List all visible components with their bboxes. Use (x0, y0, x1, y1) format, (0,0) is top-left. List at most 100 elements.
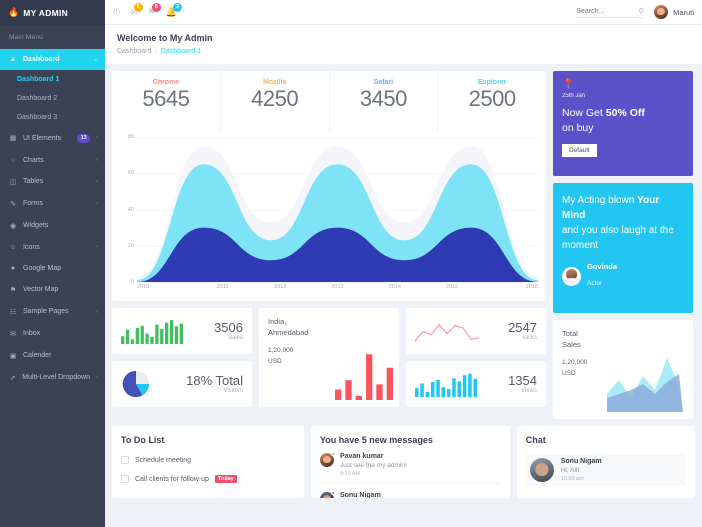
breadcrumb-item[interactable]: Dashboard (117, 48, 151, 55)
status-badge (330, 491, 335, 495)
chevron-down-icon: ⌄ (92, 57, 98, 63)
x-tick: 2012 (274, 284, 287, 290)
message-item[interactable]: Sonu Nigam (319, 491, 501, 498)
sidebar-section-title: Main Menu (9, 34, 43, 41)
messages-card: You have 5 new messages Pavan kumar Just… (310, 426, 510, 498)
sidebar-item-dashboard-3[interactable]: Dashboard 3 (0, 108, 105, 127)
sidebar-item-charts[interactable]: ○ Charts › (0, 150, 105, 171)
main-area: ⏻ ✉ 5 ⚑ 8 🔔 3 ⚲ Maruti (105, 0, 702, 527)
left-column: Chrome 5645 Mozilla 4250 Safari 3450 Exp… (112, 71, 546, 419)
visitors-widget: 18% Total Visitors (112, 361, 252, 407)
sidebar-item-widgets[interactable]: ◉ Widgets (0, 215, 105, 237)
browser-stats: Chrome 5645 Mozilla 4250 Safari 3450 Exp… (112, 71, 546, 131)
browser-stats-chart-card: Chrome 5645 Mozilla 4250 Safari 3450 Exp… (112, 71, 546, 301)
pin-icon: ● (10, 264, 16, 272)
todo-item[interactable]: Schedule meeting (121, 456, 295, 464)
y-tick: 60 (127, 170, 134, 177)
promo-default-button[interactable]: Default (562, 144, 597, 158)
chevron-right-icon: › (96, 244, 98, 250)
topbar-right: ⚲ Maruti (576, 5, 694, 19)
sidebar-item-label: Widgets (23, 222, 49, 229)
sidebar-item-forms[interactable]: ✎ Forms › (0, 193, 105, 215)
mail-notification-icon[interactable]: ✉ 5 (130, 2, 143, 17)
sidebar-item-tables[interactable]: ◫ Tables › (0, 171, 105, 193)
todo-item[interactable]: Call clients for follow-up Today (121, 475, 295, 483)
sidebar-item-label: Charts (23, 156, 44, 164)
chat-sender: Sonu Nigam (560, 458, 602, 465)
sidebar-item-vector-map[interactable]: ⚑ Vector Map (0, 279, 105, 301)
avatar (562, 266, 581, 286)
sidebar-item-dashboard[interactable]: ▲ Dashboard ⌄ (0, 49, 105, 70)
y-tick: 0 (130, 279, 134, 285)
flame-icon: ▲ (9, 56, 17, 63)
brand-name: MY ADMIN (23, 7, 69, 18)
sidebar-item-ui-elements[interactable]: ▦ UI Elements 13 › (0, 127, 105, 150)
breadcrumb-item-current[interactable]: Dashboard 1 (161, 48, 201, 55)
smile-icon: ☺ (9, 243, 17, 251)
sidebar-item-label: Vector Map (23, 286, 59, 293)
share-icon: ⇗ (9, 374, 16, 382)
message-sender: Sonu Nigam (339, 492, 381, 498)
stat-label: Explorer (477, 79, 507, 86)
search-input[interactable] (576, 7, 635, 15)
sidebar-item-inbox[interactable]: ✉ Inbox (0, 323, 105, 345)
clicks-value: 2547 (508, 319, 537, 335)
visitors-label: Visitors (223, 388, 243, 395)
message-item[interactable]: Pavan kumar Just see the my admin! 9:30 … (319, 452, 501, 484)
status-badge (330, 452, 335, 456)
search-icon[interactable]: ⚲ (638, 7, 644, 16)
stat-value: 4250 (251, 86, 299, 111)
app-root: 🔥 MY ADMIN Main Menu ▲ Dashboard ⌄ Dashb… (0, 0, 702, 527)
bottom-row: To Do List Schedule meeting Call clients… (105, 426, 702, 505)
sidebar-item-label: Sample Pages (23, 308, 69, 315)
quote-text: My Acting blown Your Mind (562, 193, 684, 223)
stat-label: Chrome (152, 79, 180, 86)
topbar-icons: ⏻ ✉ 5 ⚑ 8 🔔 3 (113, 2, 182, 17)
stat-value: 3450 (359, 86, 407, 111)
pie-chart-icon (122, 370, 150, 398)
x-tick: 2014 (388, 284, 401, 290)
x-tick: 2013 (331, 284, 344, 290)
breadcrumb: Dashboard / Dashboard 1 (117, 48, 690, 55)
user-menu[interactable]: Maruti (654, 5, 694, 19)
brand[interactable]: 🔥 MY ADMIN (0, 0, 105, 25)
clicks-widget: 2547 clicks (406, 308, 546, 354)
flame-icon: 🔥 (8, 7, 20, 17)
sidebar-item-label: Google Map (23, 264, 62, 272)
content: Chrome 5645 Mozilla 4250 Safari 3450 Exp… (105, 64, 702, 426)
stat-mozilla: Mozilla 4250 (221, 71, 330, 131)
bell-notification-icon[interactable]: 🔔 3 (166, 2, 182, 17)
edit-icon: ✎ (10, 200, 16, 208)
sidebar-item-dashboard-1[interactable]: Dashboard 1 (0, 70, 105, 89)
todo-label: Call clients for follow-up (135, 475, 209, 483)
chat-time: 10.00 am (560, 476, 584, 482)
chat-message[interactable]: Sonu Nigam Hi, All! 10.00 am (525, 454, 686, 486)
todo-checkbox[interactable] (121, 456, 129, 464)
sidebar-item-sample-pages[interactable]: ☷ Sample Pages › (0, 301, 105, 323)
x-tick: 2010 (137, 284, 150, 290)
sidebar-item-label: Icons (23, 243, 40, 251)
breadcrumb-separator: / (155, 48, 157, 55)
chevron-right-icon: › (96, 374, 98, 381)
x-tick: 2016 (525, 284, 538, 290)
sidebar-item-icons[interactable]: ☺ Icons › (0, 237, 105, 258)
widget-icon: ◉ (9, 222, 17, 230)
quote-author-block: Govinda Actor (562, 262, 684, 290)
todo-checkbox[interactable] (121, 475, 129, 483)
page-header: Welcome to My Admin Dashboard / Dashboar… (105, 25, 702, 64)
promo-date: 25th Jan (562, 93, 586, 99)
sidebar-item-multi-level-dropdown[interactable]: ⇗ Multi-Level Dropdown › (0, 367, 105, 389)
sidebar-item-dashboard-2[interactable]: Dashboard 2 (0, 89, 105, 108)
chevron-right-icon: › (96, 178, 98, 185)
geo-city: Ahmedabad (268, 327, 309, 337)
todo-title: To Do List (121, 435, 165, 445)
sidebar-item-calender[interactable]: ▣ Calender (0, 345, 105, 367)
views-value: 1354 (508, 372, 537, 388)
sales-bar-chart (121, 320, 183, 344)
power-icon[interactable]: ⏻ (113, 7, 120, 17)
flag-notification-icon[interactable]: ⚑ 8 (148, 2, 161, 17)
search-box[interactable]: ⚲ (576, 7, 645, 18)
views-label: Views (521, 388, 537, 395)
right-column: 📍 25th Jan Now Get 50% Off on buy Defaul… (553, 71, 693, 419)
sidebar-item-google-map[interactable]: ● Google Map (0, 258, 105, 279)
